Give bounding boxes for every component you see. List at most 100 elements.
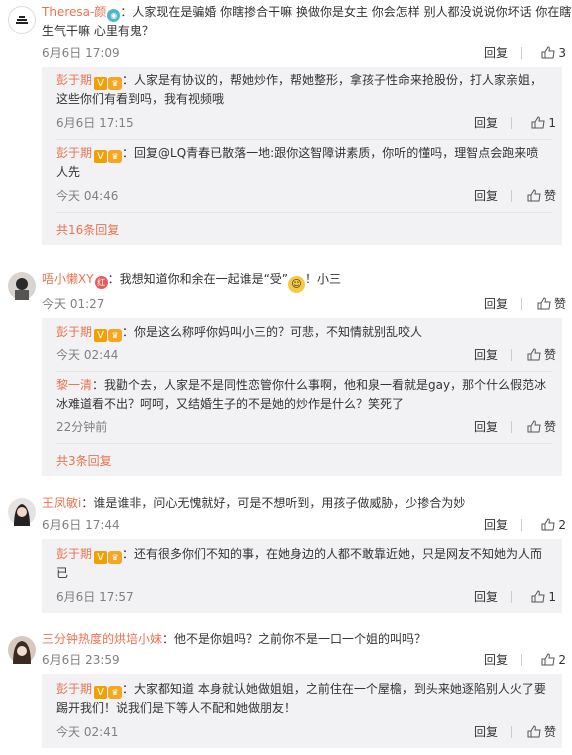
- level-badge-icon: ♛: [108, 551, 123, 564]
- avatar[interactable]: [8, 272, 36, 300]
- sub-text-cont: 冰难道看不出？呵呵，又结婚生子的不是她的炒作是什么？笑死了: [56, 397, 405, 411]
- reply-button[interactable]: 回复: [484, 294, 508, 314]
- reply-button[interactable]: 回复: [474, 722, 498, 742]
- sub-username[interactable]: 彭于期: [56, 73, 92, 87]
- thumbs-up-icon: [541, 653, 555, 666]
- sub-comment: 彭于期 V ♛ ：人家是有协议的，帮她炒作，帮她整形，拿孩子性命来抢股份，打人家亲姐，…: [56, 67, 562, 133]
- divider: [521, 298, 522, 310]
- like-button[interactable]: 赞: [527, 722, 556, 742]
- more-replies-link[interactable]: 共16条回复: [56, 217, 562, 245]
- like-button[interactable]: 1: [531, 587, 556, 607]
- thumbs-up-icon: [527, 420, 541, 433]
- like-button[interactable]: 赞: [537, 294, 566, 314]
- comment-username[interactable]: 王凤敏i: [42, 496, 81, 510]
- reply-button[interactable]: 回复: [474, 113, 498, 133]
- thumbs-up-icon: [541, 518, 555, 531]
- divider: [511, 421, 512, 433]
- like-button[interactable]: 2: [541, 515, 566, 535]
- comment-text: ：他不是你姐吗？之前你不是一口一个姐的叫吗？: [162, 632, 427, 646]
- sub-username[interactable]: 黎一清: [56, 378, 92, 392]
- level-badge-icon: ♛: [108, 329, 123, 342]
- sub-username[interactable]: 彭于期: [56, 325, 92, 339]
- comment-username[interactable]: Theresa-颜: [42, 5, 106, 19]
- like-button[interactable]: 赞: [527, 345, 556, 365]
- comment-time: 6月6日 17:09: [42, 46, 120, 60]
- divider: [511, 349, 512, 361]
- like-button[interactable]: 赞: [527, 186, 556, 206]
- v-badge-icon: V: [94, 150, 108, 163]
- comment-text: ：谁是谁非，问心无愧就好，可是不想听到，用孩子做威胁，少掺合为妙: [81, 496, 466, 510]
- reply-button[interactable]: 回复: [484, 650, 508, 670]
- divider: [521, 519, 522, 531]
- sub-time: 22分钟前: [56, 420, 108, 434]
- reply-button[interactable]: 回复: [474, 587, 498, 607]
- divider: [511, 117, 512, 129]
- avatar[interactable]: [8, 498, 36, 526]
- thumbs-up-icon: [527, 725, 541, 738]
- sub-time: 今天 02:41: [56, 725, 119, 739]
- divider: [511, 591, 512, 603]
- sub-username[interactable]: 彭于期: [56, 146, 92, 160]
- avatar-icon: [15, 278, 29, 300]
- thumbs-up-icon: [527, 348, 541, 361]
- like-button[interactable]: 1: [531, 113, 556, 133]
- more-replies-link[interactable]: 共3条回复: [56, 448, 562, 476]
- sub-time: 今天 04:46: [56, 189, 119, 203]
- sub-username[interactable]: 彭于期: [56, 682, 92, 696]
- sub-text: ：我勸个去，人家是不是同性恋管你什么事啊，他和泉一看就是gay，那个什么假范冰: [92, 378, 547, 392]
- reply-button[interactable]: 回复: [484, 43, 508, 63]
- sub-text-cont: 踢开我们！说我们是下等人不配和她做朋友！: [56, 701, 297, 715]
- like-button[interactable]: 2: [541, 650, 566, 670]
- sub-comment: 彭于期 V ♛ ：还有很多你们不知的事，在她身边的人都不敢靠近她，只是网友不知她为人而…: [56, 539, 562, 607]
- level-badge-icon: 红: [94, 276, 108, 289]
- like-button[interactable]: 3: [541, 43, 566, 63]
- reply-button[interactable]: 回复: [474, 186, 498, 206]
- comment: Theresa-颜 ◉ ：人家现在是骗婚 你瞎掺合干嘛 换做你是女主 你会怎样 别人…: [0, 0, 572, 245]
- sub-text: ：你是这么称呼你妈叫小三的？可悲，不知情就别乱咬人: [122, 325, 423, 339]
- comment-text: ：我想知道你和余在一起谁是“受”: [107, 272, 288, 286]
- level-badge-icon: ♛: [108, 686, 123, 699]
- comment-text-cont: 生气干嘛 心里有鬼？: [42, 24, 154, 38]
- sub-time: 今天 02:44: [56, 348, 119, 362]
- sub-comment: 彭于期 V ♛ ：回复@LQ青春已散落一地:跟你这智障讲素质，你听的懂吗，理智点会跑来…: [56, 140, 562, 206]
- comment: 唔小懒XY 红：我想知道你和余在一起谁是“受” ☺ ！小三 今天 01:27 回复 赞…: [0, 268, 572, 476]
- sub-text: ：回复@LQ青春已散落一地:跟你这智障讲素质，你听的懂吗，理智点会跑来喷: [122, 146, 539, 160]
- level-badge-icon: ♛: [108, 150, 123, 163]
- comment-username[interactable]: 三分钟热度的烘培小妹: [42, 632, 162, 646]
- thumbs-up-icon: [537, 297, 551, 310]
- thumbs-up-icon: [527, 189, 541, 202]
- reply-button[interactable]: 回复: [474, 345, 498, 365]
- comment-text-after: ！小三: [305, 272, 342, 286]
- sub-username[interactable]: 彭于期: [56, 547, 92, 561]
- avatar[interactable]: [8, 6, 36, 34]
- level-badge-icon: ◉: [107, 9, 121, 22]
- thumbs-up-icon: [531, 116, 545, 129]
- sub-time: 6月6日 17:15: [56, 116, 134, 130]
- reply-button[interactable]: 回复: [484, 515, 508, 535]
- avatar-icon: [13, 641, 31, 664]
- like-button[interactable]: 赞: [527, 417, 556, 437]
- comment-username[interactable]: 唔小懒XY: [42, 272, 94, 286]
- comment: 三分钟热度的烘培小妹：他不是你姐吗？之前你不是一口一个姐的叫吗？ 6月6日 23…: [0, 628, 572, 748]
- divider: [511, 726, 512, 738]
- sub-text-cont: 人先: [56, 165, 81, 179]
- sub-text-cont: 已: [56, 566, 69, 580]
- sub-text: ：还有很多你们不知的事，在她身边的人都不敢靠近她，只是网友不知她为人而: [122, 547, 543, 561]
- avatar[interactable]: [8, 636, 36, 664]
- comment-time: 6月6日 17:44: [42, 518, 120, 532]
- reply-button[interactable]: 回复: [474, 417, 498, 437]
- sub-comment: 彭于期 V ♛ ：你是这么称呼你妈叫小三的？可悲，不知情就别乱咬人 今天 02:44 …: [56, 318, 562, 365]
- divider: [521, 47, 522, 59]
- sub-time: 6月6日 17:57: [56, 590, 134, 604]
- v-badge-icon: V: [94, 551, 108, 564]
- smile-emoji-icon: ☺: [288, 276, 305, 293]
- comment-time: 6月6日 23:59: [42, 653, 120, 667]
- divider: [511, 190, 512, 202]
- sub-text: ：人家是有协议的，帮她炒作，帮她整形，拿孩子性命来抢股份，打人家亲姐，: [122, 73, 543, 87]
- sub-comment: 彭于期 V ♛ ：大家都知道 本身就认她做姐姐，之前住在一个屋檐，到头来她逐陷别人火了…: [56, 674, 562, 742]
- avatar-icon: [16, 16, 28, 24]
- level-badge-icon: ♛: [108, 77, 123, 90]
- comment-time: 今天 01:27: [42, 297, 105, 311]
- avatar-icon: [14, 504, 30, 526]
- sub-comment: 黎一清：我勸个去，人家是不是同性恋管你什么事啊，他和泉一看就是gay，那个什么假…: [56, 372, 562, 437]
